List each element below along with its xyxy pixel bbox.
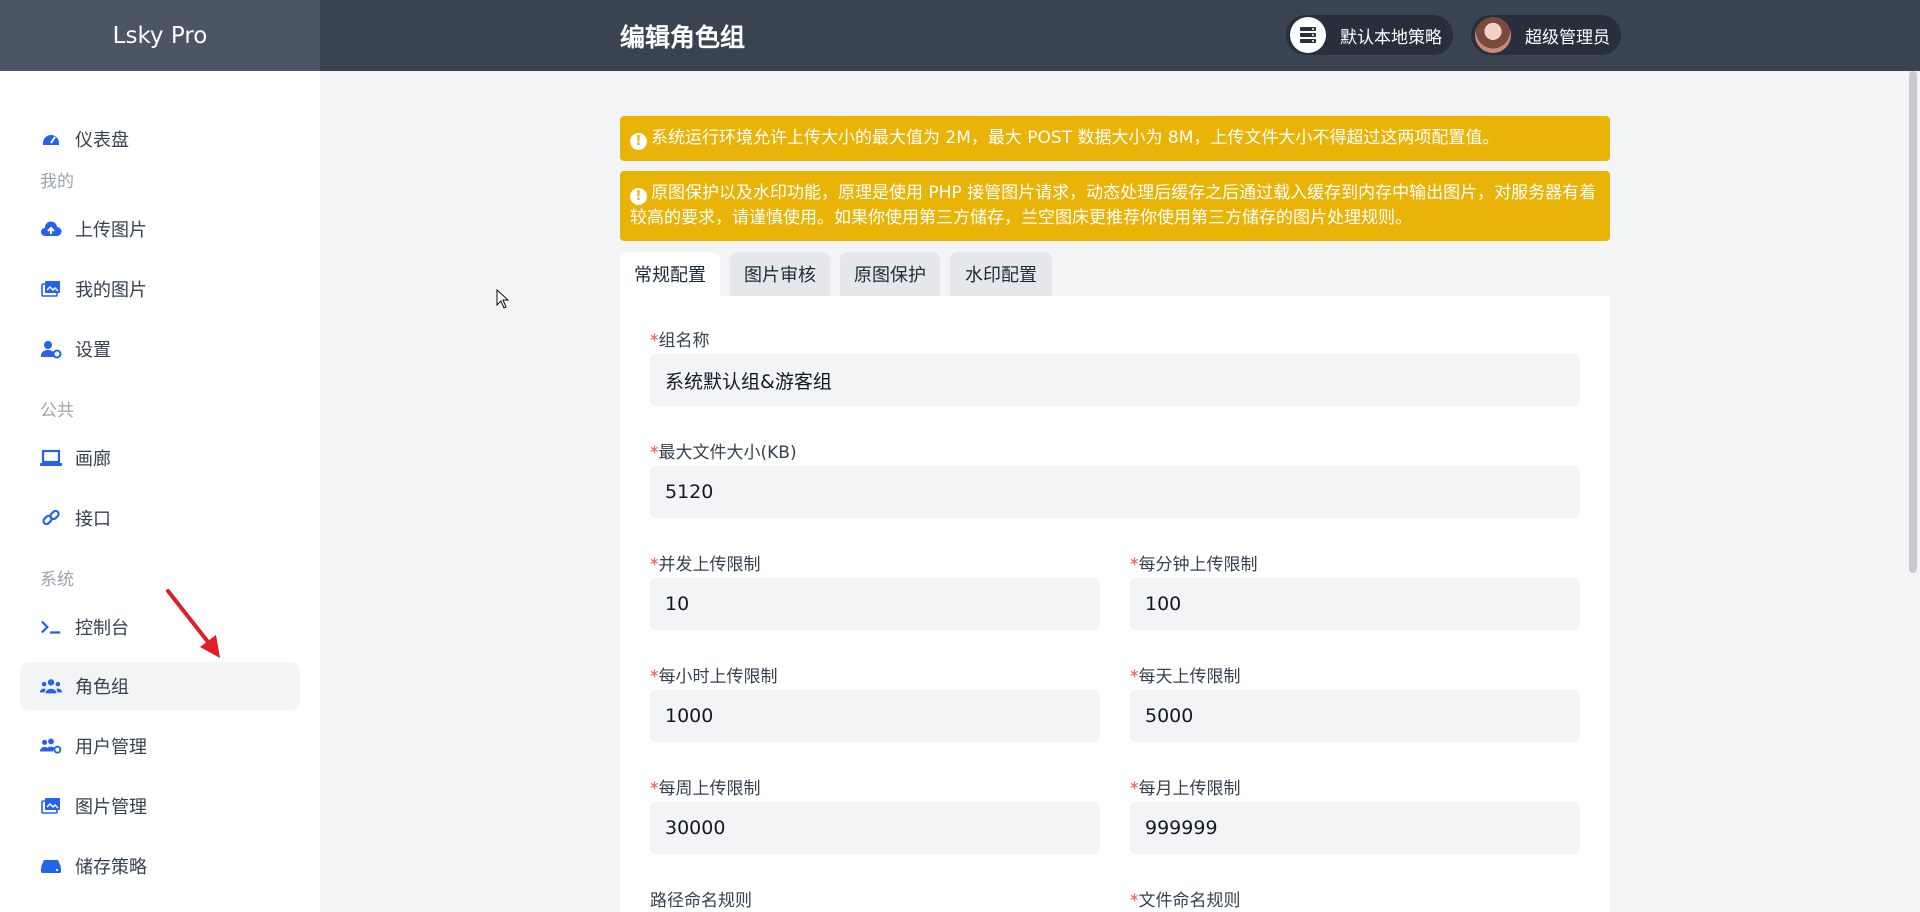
sidebar-item-label: 角色组 bbox=[75, 677, 129, 698]
laptop-icon bbox=[40, 447, 62, 469]
alert-upload-limit: ! 系统运行环境允许上传大小的最大值为 2M，最大 POST 数据大小为 8M，上… bbox=[620, 116, 1610, 161]
sidebar-item-image-manage[interactable]: 图片管理 bbox=[20, 782, 300, 830]
sidebar-item-upload[interactable]: 上传图片 bbox=[20, 205, 300, 253]
link-icon bbox=[40, 507, 62, 529]
sidebar-item-gallery[interactable]: 画廊 bbox=[20, 434, 300, 482]
mouse-cursor-icon bbox=[496, 289, 510, 309]
group-name-label: *组名称 bbox=[650, 331, 710, 351]
alert-original-protection: ! 原图保护以及水印功能，原理是使用 PHP 接管图片请求，动态处理后缓存之后通过… bbox=[620, 171, 1610, 241]
tab-original-protection[interactable]: 原图保护 bbox=[840, 252, 940, 296]
user-name: 超级管理员 bbox=[1525, 27, 1610, 48]
concurrent-limit-input[interactable]: 10 bbox=[650, 578, 1100, 630]
terminal-icon bbox=[40, 616, 62, 638]
scrollbar-thumb[interactable] bbox=[1909, 71, 1917, 573]
per-week-limit-input[interactable]: 30000 bbox=[650, 802, 1100, 854]
sidebar-item-users[interactable]: 用户管理 bbox=[20, 722, 300, 770]
exclamation-icon: ! bbox=[630, 188, 647, 205]
alert-text: 系统运行环境允许上传大小的最大值为 2M，最大 POST 数据大小为 8M，上传… bbox=[651, 128, 1500, 148]
cloud-upload-icon bbox=[40, 218, 62, 240]
exclamation-icon: ! bbox=[630, 133, 647, 150]
page-title: 编辑角色组 bbox=[620, 22, 746, 52]
hdd-icon bbox=[40, 855, 62, 877]
sidebar-item-label: 我的图片 bbox=[75, 280, 147, 301]
alert-text: 原图保护以及水印功能，原理是使用 PHP 接管图片请求，动态处理后缓存之后通过载… bbox=[630, 183, 1597, 228]
per-month-limit-input[interactable]: 999999 bbox=[1130, 802, 1580, 854]
section-label-system: 系统 bbox=[40, 570, 74, 590]
per-day-limit-label: *每天上传限制 bbox=[1130, 667, 1241, 687]
sidebar-item-label: 储存策略 bbox=[75, 857, 147, 878]
sidebar-item-dashboard[interactable]: 仪表盘 bbox=[20, 115, 300, 163]
users-icon bbox=[40, 675, 62, 697]
top-header: Lsky Pro 编辑角色组 默认本地策略 超级管理员 bbox=[0, 0, 1920, 71]
sidebar-item-label: 控制台 bbox=[75, 618, 129, 639]
sidebar-item-label: 上传图片 bbox=[75, 220, 147, 241]
per-hour-limit-label: *每小时上传限制 bbox=[650, 667, 778, 687]
strategy-selector[interactable]: 默认本地策略 bbox=[1286, 15, 1453, 55]
sidebar-item-label: 接口 bbox=[75, 509, 111, 530]
sidebar-item-storage[interactable]: 储存策略 bbox=[20, 842, 300, 890]
concurrent-limit-label: *并发上传限制 bbox=[650, 555, 761, 575]
per-minute-limit-label: *每分钟上传限制 bbox=[1130, 555, 1258, 575]
sidebar-item-label: 图片管理 bbox=[75, 797, 147, 818]
user-gear-icon bbox=[40, 338, 62, 360]
sidebar-item-roles[interactable]: 角色组 bbox=[20, 662, 300, 710]
sidebar-item-label: 仪表盘 bbox=[75, 130, 129, 151]
group-name-input[interactable]: 系统默认组&游客组 bbox=[650, 354, 1580, 406]
brand-logo[interactable]: Lsky Pro bbox=[0, 0, 320, 71]
sidebar-item-label: 画廊 bbox=[75, 449, 111, 470]
path-rule-label: 路径命名规则 bbox=[650, 891, 752, 911]
per-day-limit-input[interactable]: 5000 bbox=[1130, 690, 1580, 742]
per-month-limit-label: *每月上传限制 bbox=[1130, 779, 1241, 799]
images-icon bbox=[40, 278, 62, 300]
per-hour-limit-input[interactable]: 1000 bbox=[650, 690, 1100, 742]
users-gear-icon bbox=[40, 735, 62, 757]
tab-general[interactable]: 常规配置 bbox=[620, 252, 720, 296]
form-card: *组名称 系统默认组&游客组 *最大文件大小(KB) 5120 *并发上传限制 … bbox=[620, 296, 1610, 912]
section-label-mine: 我的 bbox=[40, 172, 74, 192]
tab-image-review[interactable]: 图片审核 bbox=[730, 252, 830, 296]
per-week-limit-label: *每周上传限制 bbox=[650, 779, 761, 799]
section-label-public: 公共 bbox=[40, 401, 74, 421]
sidebar-item-settings[interactable]: 设置 bbox=[20, 325, 300, 373]
dashboard-icon bbox=[40, 128, 62, 150]
images-icon bbox=[40, 795, 62, 817]
sidebar-item-label: 用户管理 bbox=[75, 737, 147, 758]
file-rule-label: *文件命名规则 bbox=[1130, 891, 1241, 911]
max-file-size-input[interactable]: 5120 bbox=[650, 466, 1580, 518]
per-minute-limit-input[interactable]: 100 bbox=[1130, 578, 1580, 630]
sidebar-item-label: 设置 bbox=[75, 340, 111, 361]
avatar bbox=[1475, 17, 1511, 53]
sidebar: 仪表盘 我的 上传图片 我的图片 设置 公共 画廊 接口 系统 控制台 角色组 … bbox=[0, 71, 320, 912]
strategy-label: 默认本地策略 bbox=[1340, 27, 1442, 48]
tab-watermark[interactable]: 水印配置 bbox=[950, 252, 1052, 296]
server-icon bbox=[1290, 17, 1326, 53]
sidebar-item-api[interactable]: 接口 bbox=[20, 494, 300, 542]
max-file-size-label: *最大文件大小(KB) bbox=[650, 443, 797, 463]
user-menu[interactable]: 超级管理员 bbox=[1471, 15, 1621, 55]
annotation-arrow-icon bbox=[166, 589, 220, 658]
sidebar-item-my-images[interactable]: 我的图片 bbox=[20, 265, 300, 313]
